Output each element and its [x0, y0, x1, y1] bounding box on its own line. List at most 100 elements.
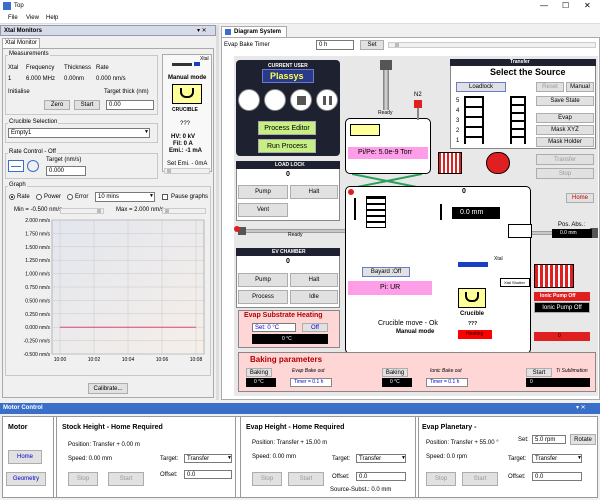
menu-help[interactable]: Help: [46, 15, 58, 21]
menu-view[interactable]: View: [26, 15, 39, 21]
ti-start-button[interactable]: Start: [526, 368, 552, 377]
close-icon[interactable]: ✕: [584, 1, 591, 10]
ll-pump-button[interactable]: Pump: [238, 185, 288, 199]
baking-button-2[interactable]: Baking: [382, 368, 408, 377]
evap-planetary-set-label: Set:: [518, 437, 529, 443]
diagram-tab[interactable]: Diagram System: [221, 26, 287, 37]
crucible-select[interactable]: Empty1: [8, 128, 150, 138]
stock-target-chevron-icon[interactable]: ▼: [227, 455, 232, 461]
pause-checkbox[interactable]: [162, 194, 168, 200]
sample-holder-icon: [350, 124, 380, 136]
ev-pump-button[interactable]: Pump: [238, 273, 288, 287]
chart-icon[interactable]: [264, 89, 286, 111]
evap-height-chevron-icon[interactable]: ▼: [401, 455, 406, 461]
target-thick-input[interactable]: 0.00: [106, 100, 154, 110]
rate-mode-icon-2[interactable]: [27, 160, 39, 172]
evap-height-position: Position: Transfer + 15.00 m: [252, 440, 328, 446]
evap-button[interactable]: Evap: [536, 113, 594, 123]
motor-home-button[interactable]: Home: [8, 450, 42, 464]
bake-timer-slider[interactable]: [388, 42, 596, 48]
calibrate-button[interactable]: Calibrate...: [88, 383, 128, 394]
evap-planetary-chevron-icon[interactable]: ▼: [577, 455, 582, 461]
ionic-value: 0: [558, 333, 561, 339]
rate-control-title: Rate Control - Off: [8, 149, 57, 155]
baking-button-1[interactable]: Baking: [246, 368, 272, 377]
mask-holder-button[interactable]: Mask Holder: [536, 137, 594, 147]
stop-icon[interactable]: [290, 89, 312, 111]
source-subst-label: Source-Subst.: 0.0 mm: [330, 487, 392, 493]
ionic-pump-off-button[interactable]: Ionic Pump Off: [534, 302, 590, 313]
evap-planetary-offset-input[interactable]: 0.0: [532, 472, 582, 481]
motor-control-header: [0, 403, 600, 414]
lightbulb-icon[interactable]: [238, 89, 260, 111]
pause-icon[interactable]: [316, 89, 338, 111]
rate-mode-icon-1[interactable]: [8, 160, 24, 172]
power-radio[interactable]: [36, 194, 42, 200]
rate-target-input[interactable]: 0.000: [46, 166, 86, 176]
ionic-pump-box: [534, 264, 574, 288]
evap-height-target-select[interactable]: Transfer: [356, 454, 406, 463]
zero-button[interactable]: Zero: [44, 100, 70, 110]
stock-offset-input[interactable]: 0.0: [184, 470, 232, 479]
evap-planetary-stop-button[interactable]: Stop: [426, 472, 456, 486]
home-button[interactable]: Home: [566, 193, 594, 203]
xtal-monitor-tab[interactable]: Xtal Monitor: [2, 38, 40, 48]
minimize-icon[interactable]: —: [540, 1, 548, 10]
heating-off-button[interactable]: Off: [302, 323, 328, 332]
ev-chamber-value: 0: [286, 258, 290, 265]
stock-target-select[interactable]: Transfer: [184, 454, 232, 463]
mask-xyz-button[interactable]: Mask XYZ: [536, 125, 594, 135]
stop-button[interactable]: Stop: [536, 168, 594, 179]
evap-planetary-offset-label: Offset:: [508, 474, 526, 480]
chamber-arrow-v: [354, 198, 356, 220]
min-slider[interactable]: [60, 208, 104, 214]
evap-planetary-target-select[interactable]: Transfer: [532, 454, 582, 463]
chevron-down-icon[interactable]: ▼: [144, 129, 149, 135]
stock-start-button[interactable]: Start: [108, 472, 144, 486]
duration-select[interactable]: 10 mins: [95, 192, 155, 202]
ev-halt-button[interactable]: Halt: [290, 273, 338, 287]
rate-radio[interactable]: [9, 194, 15, 200]
baking-temp-1: 0 °C: [254, 379, 264, 385]
ev-idle-button[interactable]: Idle: [290, 290, 338, 304]
maximize-icon[interactable]: ☐: [562, 1, 569, 10]
pin-icon[interactable]: ▾ ✕: [197, 27, 207, 34]
ll-vent-button[interactable]: Vent: [238, 203, 288, 217]
reset-button[interactable]: Reset: [536, 82, 564, 92]
run-process-button[interactable]: Run Process: [258, 139, 316, 153]
duration-chevron-icon[interactable]: ▼: [149, 193, 154, 199]
stock-offset-label: Offset:: [160, 472, 178, 478]
load-lock-title: LOAD LOCK: [275, 162, 305, 168]
crucible-move-label: Crucible move - Ok: [378, 320, 438, 327]
evap-planetary-set-input[interactable]: 5.0 rpm: [532, 435, 566, 444]
ll-halt-button[interactable]: Halt: [290, 185, 338, 199]
bake-timer-input[interactable]: 0 h: [316, 40, 354, 50]
ev-process-button[interactable]: Process: [238, 290, 288, 304]
error-radio[interactable]: [67, 194, 73, 200]
x-tick-label: 10:00: [54, 357, 67, 362]
evap-height-stop-button[interactable]: Stop: [252, 472, 282, 486]
evap-height-start-button[interactable]: Start: [288, 472, 324, 486]
evap-planetary-start-button[interactable]: Start: [462, 472, 498, 486]
motor-pin-icon[interactable]: ▾ ✕: [576, 404, 586, 411]
heating-set-input[interactable]: Set: 0 °C: [252, 323, 296, 332]
n2-valve[interactable]: [414, 100, 422, 108]
start-button[interactable]: Start: [74, 100, 100, 110]
process-editor-button[interactable]: Process Editor: [258, 121, 316, 135]
max-slider[interactable]: [162, 208, 206, 214]
rotate-button[interactable]: Rotate: [570, 434, 596, 445]
emi-slider[interactable]: [164, 168, 210, 174]
motor-geometry-button[interactable]: Geometry: [6, 472, 46, 486]
menu-file[interactable]: File: [8, 15, 18, 21]
bayard-button[interactable]: Bayard :Off: [362, 267, 410, 277]
evap-height-offset-input[interactable]: 0.0: [356, 472, 406, 481]
save-state-button[interactable]: Save State: [536, 96, 594, 106]
pane-splitter[interactable]: [216, 25, 219, 400]
crucible-header: CRUCIBLE: [172, 107, 198, 113]
window-title: Top: [14, 3, 24, 9]
transfer-button[interactable]: Transfer: [536, 154, 594, 165]
manual-button[interactable]: Manual: [566, 82, 594, 92]
loadlock-button[interactable]: Loadlock: [456, 82, 506, 92]
set-bake-button[interactable]: Set: [360, 40, 384, 50]
stock-stop-button[interactable]: Stop: [68, 472, 98, 486]
